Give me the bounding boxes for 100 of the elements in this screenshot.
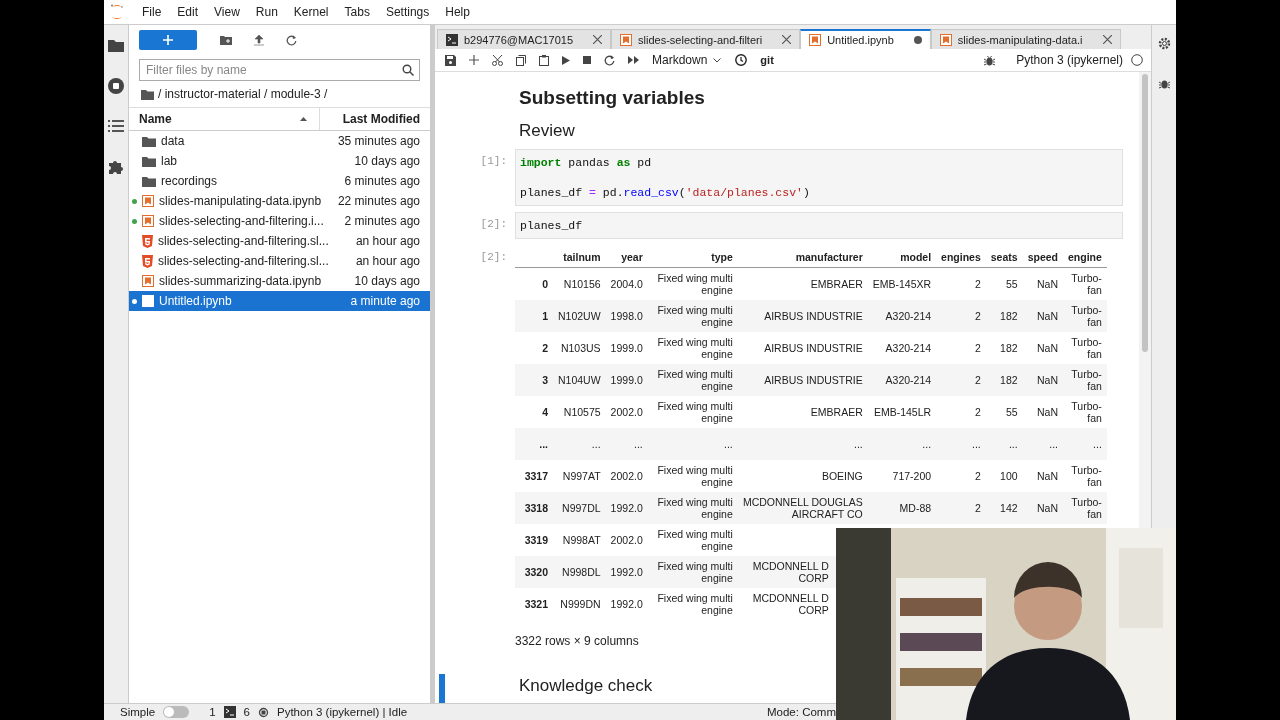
row-index: 3319 — [515, 523, 553, 556]
filter-field[interactable]: Filter files by name — [139, 59, 420, 81]
notebook-icon — [142, 275, 154, 287]
table-cell: 1992.0 — [605, 555, 648, 588]
table-cell: ... — [553, 427, 606, 460]
code-editor[interactable]: planes_df — [515, 212, 1123, 239]
bug-icon[interactable] — [1158, 78, 1170, 89]
save-icon[interactable] — [445, 54, 456, 66]
table-cell: MD-88 — [867, 491, 937, 524]
bug-icon[interactable] — [984, 54, 996, 66]
clock-icon[interactable] — [735, 54, 748, 66]
git-button[interactable]: git — [760, 54, 774, 66]
kernel-name[interactable]: Python 3 (ipykernel) — [1016, 53, 1123, 67]
table-cell: 1992.0 — [605, 491, 648, 524]
tab[interactable]: slides-selecting-and-filteri — [611, 29, 801, 49]
table-cell: 2002.0 — [605, 395, 648, 428]
notebook-icon — [809, 34, 822, 46]
menu-item[interactable]: Edit — [169, 5, 207, 19]
browser-row[interactable]: slides-selecting-and-filtering.i... 2 minutes ago — [129, 211, 430, 231]
table-summary: 3322 rows × 9 columns — [515, 633, 640, 648]
column-header: speed — [1022, 247, 1063, 268]
table-cell: N10156 — [553, 267, 606, 300]
code-line: planes_df — [520, 218, 584, 233]
column-header: engine — [1063, 247, 1107, 268]
stop-circle-icon[interactable] — [108, 78, 124, 94]
menu-item[interactable]: Kernel — [285, 5, 337, 19]
terminal-icon — [446, 33, 458, 46]
browser-row[interactable]: Untitled.ipynb a minute ago — [129, 291, 430, 311]
column-header[interactable]: Last Modified — [320, 108, 430, 130]
menu-item[interactable]: Tabs — [336, 5, 378, 19]
close-icon[interactable] — [782, 35, 792, 44]
kernel-count[interactable]: 6 — [243, 706, 250, 718]
menu-item[interactable]: Run — [247, 5, 286, 19]
browser-row[interactable]: slides-manipulating-data.ipynb 22 minutes ago — [129, 191, 430, 211]
clipboard-icon[interactable] — [539, 54, 549, 66]
table-cell: A320-214 — [867, 331, 937, 364]
column-header[interactable]: Name — [129, 108, 320, 130]
menu-item[interactable]: File — [134, 5, 170, 19]
terminal-count[interactable]: 1 — [209, 706, 216, 718]
menu-item[interactable]: View — [206, 5, 248, 19]
editor-mode[interactable]: Mode: Comm — [766, 706, 836, 718]
row-index: 4 — [515, 395, 553, 428]
scissors-icon[interactable] — [492, 54, 503, 66]
row-index: 3318 — [515, 491, 553, 524]
close-icon[interactable] — [1102, 35, 1112, 44]
list-icon[interactable] — [108, 120, 124, 132]
table-cell: ... — [737, 427, 868, 460]
tab[interactable]: b294776@MAC17015 — [437, 29, 612, 49]
kernel-status[interactable]: Python 3 (ipykernel) | Idle — [276, 706, 408, 718]
menu-item[interactable]: Help — [437, 5, 478, 19]
table-cell: 182 — [985, 331, 1023, 364]
scrollbar-thumb[interactable] — [1142, 74, 1148, 352]
simple-mode-toggle[interactable] — [163, 706, 190, 718]
fast-forward-icon[interactable] — [628, 56, 639, 64]
browser-row[interactable]: slides-summarizing-data.ipynb 10 days ago — [129, 271, 430, 291]
plus-icon[interactable] — [469, 55, 479, 65]
table-cell: 1999.0 — [605, 331, 648, 364]
folder-icon[interactable] — [108, 38, 124, 52]
tab[interactable]: slides-manipulating-data.i — [930, 29, 1121, 49]
row-index: 3 — [515, 363, 553, 396]
new-launcher-button[interactable] — [139, 30, 197, 50]
kernel-idle-icon — [1131, 54, 1143, 66]
menu-item[interactable]: Settings — [377, 5, 438, 19]
code-line: planes_df = pd.read_csv('data/planes.csv') — [520, 185, 811, 200]
table-cell: N10575 — [553, 395, 606, 428]
table-cell: 1998.0 — [605, 299, 648, 332]
folder-icon — [142, 175, 156, 187]
browser-row[interactable]: slides-selecting-and-filtering.sl... an hour ago — [129, 251, 430, 271]
browser-row[interactable]: slides-selecting-and-filtering.sl... an hour ago — [129, 231, 430, 251]
refresh-icon[interactable] — [286, 34, 297, 46]
folder-icon — [142, 155, 156, 167]
browser-row[interactable]: recordings 6 minutes ago — [129, 171, 430, 191]
restart-icon[interactable] — [604, 54, 615, 66]
tab[interactable]: Untitled.ipynb — [800, 29, 931, 49]
copy-icon[interactable] — [516, 54, 526, 66]
table-cell: AIRBUS INDUSTRIE — [737, 299, 868, 332]
folder-icon[interactable] — [141, 88, 154, 100]
heading: Review — [519, 121, 576, 141]
code-editor[interactable]: import pandas as pd planes_df = pd.read_csv('data/planes.csv') — [515, 149, 1123, 206]
table-cell: Turbo-fan — [1063, 299, 1107, 332]
browser-row[interactable]: data 35 minutes ago — [129, 131, 430, 151]
upload-icon[interactable] — [254, 34, 264, 46]
table-cell: NaN — [1022, 363, 1063, 396]
notebook-icon — [142, 295, 154, 307]
table-cell: N103US — [553, 331, 606, 364]
gear-icon[interactable] — [1157, 37, 1171, 50]
run-icon[interactable] — [562, 55, 570, 65]
breadcrumb-path[interactable]: / instructor-material / module-3 / — [158, 87, 328, 101]
table-cell: 2002.0 — [605, 523, 648, 556]
new-folder-icon[interactable] — [220, 35, 232, 45]
table-cell: ... — [647, 427, 738, 460]
table-cell: Fixed wing multi engine — [647, 491, 738, 524]
puzzle-icon[interactable] — [108, 158, 124, 174]
close-icon[interactable] — [593, 35, 603, 44]
table-cell: Fixed wing multi engine — [647, 267, 738, 300]
cell-type-dropdown[interactable]: Markdown — [652, 53, 722, 67]
table-cell: A320-214 — [867, 363, 937, 396]
browser-row[interactable]: lab 10 days ago — [129, 151, 430, 171]
row-index: ... — [515, 427, 553, 460]
table-cell: N104UW — [553, 363, 606, 396]
